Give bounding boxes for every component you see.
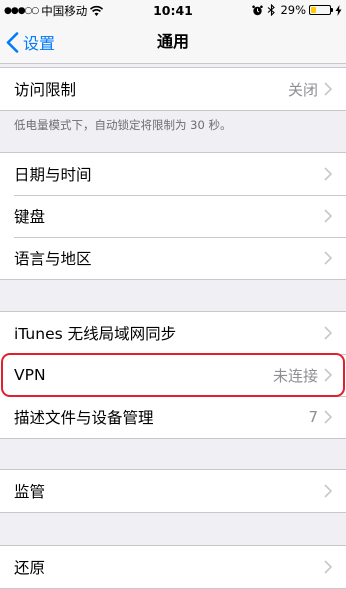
reset-cell[interactable]: 还原 — [0, 546, 346, 588]
supervision-label: 监管 — [14, 483, 46, 501]
chevron-right-icon — [324, 251, 332, 265]
status-bar: ●●●○○ 中国移动 10:41 29% — [0, 0, 346, 20]
itunes-wifi-sync-label: iTunes 无线局域网同步 — [14, 325, 177, 343]
page-title: 通用 — [156, 32, 189, 51]
status-right: 29% — [252, 3, 342, 17]
chevron-right-icon — [324, 326, 332, 340]
restrictions-label: 访问限制 — [14, 81, 77, 99]
language-region-label: 语言与地区 — [14, 250, 92, 268]
auto-lock-footnote: 低电量模式下，自动锁定将限制为 30 秒。 — [14, 118, 232, 132]
battery-percent: 29% — [280, 3, 306, 17]
chevron-right-icon — [324, 560, 332, 574]
vpn-label: VPN — [14, 366, 46, 384]
charging-icon — [335, 4, 342, 16]
language-region-cell[interactable]: 语言与地区 — [0, 237, 346, 279]
connectivity-group: iTunes 无线局域网同步 VPN 未连接 描述文件与设备管理 7 — [0, 311, 346, 439]
datetime-cell[interactable]: 日期与时间 — [0, 153, 346, 195]
datetime-label: 日期与时间 — [14, 166, 92, 184]
navigation-bar: 设置 通用 — [0, 20, 346, 64]
supervision-group: 监管 — [0, 469, 346, 513]
restrictions-cell[interactable]: 访问限制 关闭 — [0, 68, 346, 110]
chevron-right-icon — [324, 82, 332, 96]
keyboard-label: 键盘 — [14, 208, 46, 226]
restrictions-value: 关闭 — [287, 80, 318, 99]
alarm-icon — [252, 5, 264, 15]
chevron-right-icon — [324, 167, 332, 181]
vpn-status-value: 未连接 — [272, 366, 318, 385]
vpn-cell[interactable]: VPN 未连接 — [0, 354, 346, 396]
chevron-right-icon — [324, 410, 332, 424]
reset-label: 还原 — [14, 559, 46, 577]
battery-level — [311, 7, 317, 13]
reset-group: 还原 — [0, 545, 346, 589]
chevron-right-icon — [324, 484, 332, 498]
itunes-wifi-sync-cell[interactable]: iTunes 无线局域网同步 — [0, 312, 346, 354]
chevron-right-icon — [324, 209, 332, 223]
supervision-cell[interactable]: 监管 — [0, 470, 346, 512]
chevron-right-icon — [324, 368, 332, 382]
profiles-count: 7 — [308, 408, 318, 426]
bluetooth-icon — [268, 4, 276, 16]
profiles-device-management-cell[interactable]: 描述文件与设备管理 7 — [0, 396, 346, 438]
input-settings-group: 日期与时间 键盘 语言与地区 — [0, 152, 346, 280]
profiles-label: 描述文件与设备管理 — [14, 409, 154, 427]
restrictions-group: 访问限制 关闭 — [0, 67, 346, 111]
keyboard-cell[interactable]: 键盘 — [0, 195, 346, 237]
battery-icon — [309, 5, 333, 15]
